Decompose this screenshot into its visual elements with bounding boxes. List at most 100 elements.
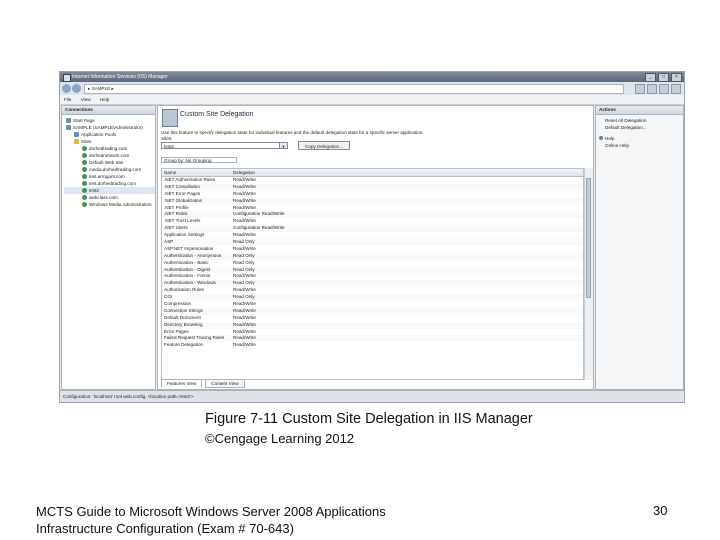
- table-row[interactable]: .NET Compilation Read/Write: [162, 183, 583, 191]
- table-row[interactable]: ASP.NET Impersonation Read/Write: [162, 246, 583, 253]
- table-row[interactable]: Authentication - Windows Read Only: [162, 280, 583, 288]
- delegation-cell: Read/Write: [233, 183, 256, 189]
- table-row[interactable]: .NET Error Pages Read/Write: [162, 191, 583, 198]
- copyright-line: ©Cengage Learning 2012: [205, 431, 355, 446]
- tree-item-site[interactable]: dorhedtrading.com: [64, 145, 155, 152]
- footer-line-2: Infrastructure Configuration (Exam # 70-…: [36, 521, 294, 536]
- close-button[interactable]: ×: [671, 73, 682, 82]
- table-row[interactable]: Failed Request Tracing Rules Read/Write: [162, 335, 583, 343]
- delegation-cell: Read/Write: [233, 342, 256, 348]
- table-row[interactable]: Error Pages Read/Write: [162, 329, 583, 336]
- table-row[interactable]: Authentication - Digest Read Only: [162, 266, 583, 274]
- delegation-cell: Read Only: [233, 280, 255, 286]
- table-row[interactable]: Default Document Read/Write: [162, 315, 583, 322]
- tree-item-sites[interactable]: Sites: [64, 138, 155, 145]
- table-row[interactable]: Compression Read/Write: [162, 301, 583, 308]
- feature-description: Use this feature to specify delegation s…: [161, 130, 424, 135]
- column-delegation-header[interactable]: Delegation: [231, 169, 353, 176]
- sites-label: Sites:: [161, 136, 173, 141]
- delegation-cell: Read/Write: [233, 204, 256, 210]
- online-help-action[interactable]: Online Help: [596, 142, 683, 149]
- delegation-cell: Read/Write: [233, 301, 256, 307]
- actions-list: Reset All Delegation Default Delegation.…: [596, 115, 683, 149]
- table-row[interactable]: Application Settings Read/Write: [162, 232, 583, 239]
- delegation-cell: Read/Write: [233, 177, 256, 182]
- table-row[interactable]: Feature Delegation Read/Write: [162, 342, 583, 349]
- tree-item-site[interactable]: media.dorhedtrading.com: [64, 166, 155, 173]
- blank-icon: [599, 118, 603, 122]
- feature-name-cell: .NET Users: [164, 225, 188, 231]
- vertical-scrollbar[interactable]: [584, 168, 593, 380]
- globe-icon: [82, 146, 87, 151]
- feature-name-cell: .NET Compilation: [164, 183, 200, 189]
- delegation-cell: Read/Write: [233, 328, 256, 334]
- table-row[interactable]: .NET Globalization Read/Write: [162, 197, 583, 205]
- tab-content-view[interactable]: Content View: [205, 379, 245, 388]
- delegation-cell: Read/Write: [233, 335, 256, 341]
- menu-file[interactable]: File: [60, 95, 75, 104]
- tree-item-site-selected[interactable]: test2: [64, 187, 155, 194]
- iis-manager-screenshot: Internet Information Services (IIS) Mana…: [59, 71, 685, 403]
- tree-item-site[interactable]: Default Web Site: [64, 159, 155, 166]
- table-row[interactable]: Authentication - Basic Read Only: [162, 260, 583, 267]
- footer-line-1: MCTS Guide to Microsoft Windows Server 2…: [36, 504, 386, 519]
- chevron-down-icon[interactable]: ▼: [279, 143, 287, 149]
- maximize-button[interactable]: □: [658, 73, 669, 82]
- globe-icon: [82, 160, 87, 165]
- menu-help[interactable]: Help: [96, 95, 113, 104]
- table-row[interactable]: Connection Strings Read/Write: [162, 307, 583, 315]
- scrollbar-thumb[interactable]: [586, 178, 591, 298]
- reset-all-delegation-action[interactable]: Reset All Delegation: [596, 117, 683, 124]
- feature-name-cell: Authorization Rules: [164, 287, 204, 293]
- help-icon: [599, 136, 603, 140]
- table-row[interactable]: .NET Profile Read/Write: [162, 205, 583, 212]
- column-name-header[interactable]: Name: [162, 169, 231, 176]
- blank-icon: [599, 125, 603, 129]
- feature-name-cell: Authentication - Windows: [164, 280, 216, 286]
- table-row[interactable]: .NET Roles Configuration Read/Write: [162, 211, 583, 219]
- table-row[interactable]: CGI Read Only: [162, 294, 583, 302]
- help-icon[interactable]: [671, 84, 681, 94]
- feature-name-cell: .NET Roles: [164, 211, 188, 217]
- help-action[interactable]: Help: [596, 135, 683, 142]
- start-page-icon: [66, 118, 71, 123]
- group-by-select[interactable]: Group by: No Grouping: [161, 157, 237, 163]
- home-icon[interactable]: [659, 84, 669, 94]
- delegation-cell: Read Only: [233, 294, 255, 300]
- site-select[interactable]: test2 ▼: [161, 142, 288, 149]
- tab-features-view[interactable]: Features View: [161, 379, 203, 388]
- tree-item-site[interactable]: dorhednetwork.com: [64, 152, 155, 159]
- table-row[interactable]: Authorization Rules Read/Write: [162, 287, 583, 294]
- tree-item-site[interactable]: webclass.com: [64, 194, 155, 201]
- table-row[interactable]: .NET Users Configuration Read/Write: [162, 225, 583, 233]
- table-row[interactable]: Directory Browsing Read/Write: [162, 321, 583, 329]
- stop-icon[interactable]: [647, 84, 657, 94]
- connections-title: Connections: [62, 106, 155, 115]
- table-row[interactable]: ASP Read Only: [162, 239, 583, 246]
- delegation-cell: Read/Write: [233, 273, 256, 279]
- address-path[interactable]: ▸ SAMPLE ▸: [84, 84, 624, 94]
- feature-name-cell: .NET Profile: [164, 204, 189, 210]
- forward-arrow-icon[interactable]: [72, 84, 81, 93]
- back-arrow-icon[interactable]: [62, 84, 71, 93]
- tree-item-start-page[interactable]: Start Page: [64, 117, 155, 124]
- table-row[interactable]: .NET Trust Levels Read/Write: [162, 218, 583, 225]
- refresh-icon[interactable]: [635, 84, 645, 94]
- globe-icon: [82, 188, 87, 193]
- tree-item-app-pools[interactable]: Application Pools: [64, 131, 155, 138]
- window-title: Internet Information Services (IIS) Mana…: [72, 74, 168, 80]
- tree-item-site[interactable]: test.arrogant.com: [64, 173, 155, 180]
- table-row[interactable]: Authentication - Anonymous Read Only: [162, 252, 583, 260]
- copy-delegation-button[interactable]: Copy Delegation...: [298, 141, 350, 150]
- actions-title: Actions: [596, 106, 683, 115]
- tree-item-server[interactable]: SAMPLE (SAMPLE\Administrator): [64, 124, 155, 131]
- table-row[interactable]: Authentication - Forms Read/Write: [162, 273, 583, 280]
- default-delegation-action[interactable]: Default Delegation...: [596, 124, 683, 131]
- minimize-button[interactable]: _: [645, 73, 656, 82]
- feature-name-cell: Feature Delegation: [164, 342, 204, 348]
- table-row[interactable]: .NET Authorization Rules Read/Write: [162, 177, 583, 184]
- tree-item-site[interactable]: Windows Media Administration: [64, 201, 155, 208]
- menu-view[interactable]: View: [77, 95, 95, 104]
- tree-item-site[interactable]: test.dorhedtrading.com: [64, 180, 155, 187]
- server-icon: [66, 125, 71, 130]
